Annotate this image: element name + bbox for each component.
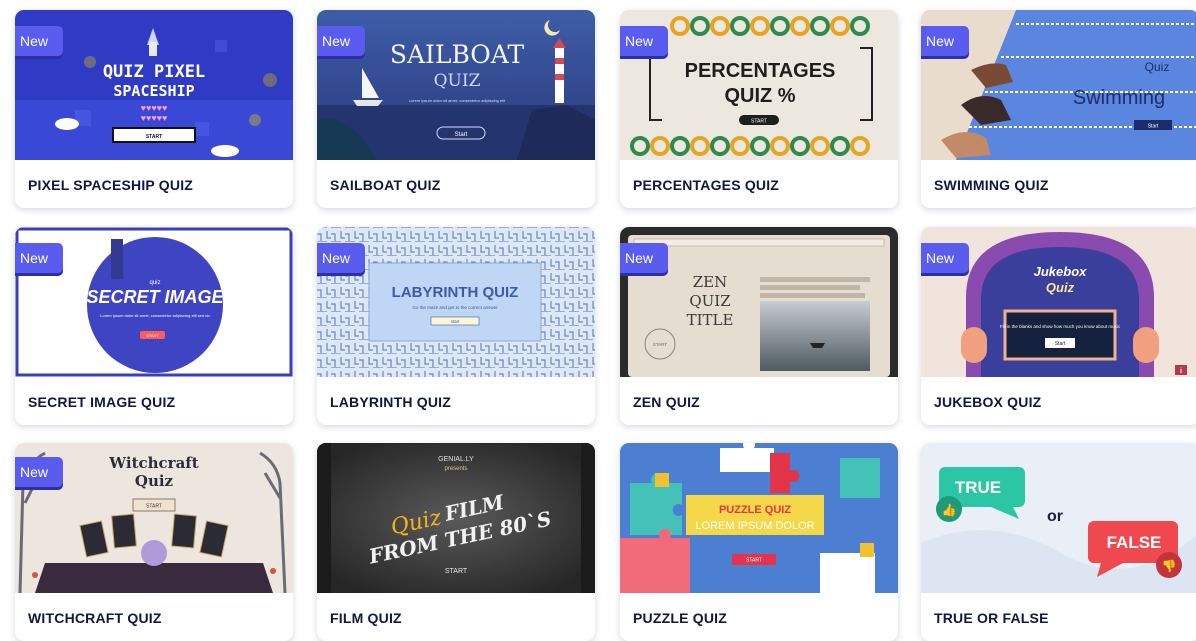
template-card[interactable]: TRUE 👍 or FALSE 👎 TRUE OR FALSE	[921, 443, 1196, 641]
thumb-button: Start	[1148, 124, 1159, 130]
template-card[interactable]: PUZZLE QUIZ LOREM IPSUM DOLOR START PUZZ…	[620, 443, 898, 641]
card-title: SECRET IMAGE QUIZ	[28, 394, 176, 410]
thumb-line1: Quiz	[1145, 60, 1170, 74]
new-badge: New	[317, 26, 365, 56]
new-badge: New	[15, 243, 63, 273]
thumb-button: START	[746, 558, 762, 564]
thumb-true: TRUE	[955, 478, 1001, 497]
card-title: PIXEL SPACESHIP QUIZ	[28, 177, 194, 193]
new-badge: New	[921, 26, 969, 56]
new-badge: New	[921, 243, 969, 273]
card-title: SAILBOAT QUIZ	[330, 177, 441, 193]
new-badge: New	[15, 457, 63, 487]
thumb-line2: Quiz	[1046, 280, 1075, 295]
thumb-button: START	[751, 119, 767, 125]
card-title: FILM QUIZ	[330, 610, 402, 626]
thumbs-up-icon: 👍	[942, 503, 957, 517]
thumb-top1: GENIAL.LY	[438, 456, 474, 463]
thumb-line3: TITLE	[687, 311, 734, 329]
thumb-line1: PUZZLE QUIZ	[719, 504, 791, 516]
thumb-button: START	[146, 504, 162, 510]
thumb-line1: PERCENTAGES	[685, 60, 836, 82]
svg-text:♥♥♥♥♥: ♥♥♥♥♥	[141, 113, 168, 123]
svg-text:♥♥♥♥♥: ♥♥♥♥♥	[141, 103, 168, 113]
card-thumbnail: PUZZLE QUIZ LOREM IPSUM DOLOR START	[620, 443, 898, 593]
thumb-sub: Lorem ipsum dolor sit amet, consectetur …	[409, 98, 506, 103]
thumb-line1: QUIZ PIXEL	[103, 62, 205, 82]
thumb-false: FALSE	[1107, 533, 1162, 552]
new-badge: New	[620, 26, 668, 56]
thumb-line2: QUIZ %	[724, 85, 795, 107]
thumb-button: START	[445, 568, 468, 575]
thumbs-down-icon: 👎	[1162, 559, 1177, 573]
template-card[interactable]: New Witchcraft Quiz START WITCHCRAFT QUI…	[15, 443, 293, 641]
thumb-button: START	[653, 342, 668, 347]
template-card[interactable]: New Quiz Swimming Start SWIMMING QUIZ	[921, 10, 1196, 208]
thumb-button: START	[146, 333, 159, 338]
card-title: SWIMMING QUIZ	[934, 177, 1049, 193]
template-card[interactable]: New ZEN QUIZ TITLE START ZEN QUIZ	[620, 227, 898, 425]
new-badge: New	[15, 26, 63, 56]
template-card[interactable]: New SAILBOAT QUIZ Lorem ipsum dolor sit …	[317, 10, 595, 208]
thumb-sub: Go the maze and get to the correct answe…	[412, 305, 498, 310]
template-card[interactable]: New Jukebox Quiz Fill in the blanks and …	[921, 227, 1196, 425]
thumb-button: start	[451, 319, 461, 324]
thumb-top2: presents	[444, 466, 467, 472]
new-badge: New	[317, 243, 365, 273]
thumb-sub: Fill in the blanks and show how much you…	[1000, 324, 1121, 329]
thumb-sub: Lorem ipsum dolor sit amet, consectetur …	[100, 313, 210, 318]
thumb-line1: SAILBOAT	[390, 40, 525, 69]
thumb-line1: LABYRINTH QUIZ	[392, 284, 519, 301]
template-card[interactable]: New QUIZ PIXEL SPACESHIP ♥♥♥♥♥ ♥♥♥♥♥ STA…	[15, 10, 293, 208]
new-badge: New	[620, 243, 668, 273]
thumb-line2: SPACESHIP	[113, 82, 194, 100]
template-card[interactable]: New quiz SECRET IMAGE Lorem ipsum dolor …	[15, 227, 293, 425]
thumb-button: START	[146, 134, 162, 140]
template-card[interactable]: GENIAL.LY presents Quiz FILM FROM THE 80…	[317, 443, 595, 641]
thumb-or: or	[1047, 508, 1063, 525]
thumb-line2: QUIZ	[434, 71, 481, 91]
thumb-line2: Swimming	[1073, 87, 1165, 109]
card-title: ZEN QUIZ	[633, 394, 700, 410]
template-grid: New QUIZ PIXEL SPACESHIP ♥♥♥♥♥ ♥♥♥♥♥ STA…	[0, 0, 1196, 641]
template-card[interactable]: New LABYRINTH QUIZ Go the maze and get t…	[317, 227, 595, 425]
card-title: TRUE OR FALSE	[934, 610, 1049, 626]
thumb-line2: LOREM IPSUM DOLOR	[695, 520, 814, 532]
thumb-line2: Quiz	[135, 472, 174, 490]
card-thumbnail: TRUE 👍 or FALSE 👎	[921, 443, 1196, 593]
thumb-line2: QUIZ	[689, 292, 730, 310]
thumb-line0: quiz	[149, 280, 160, 286]
thumb-line1: Jukebox	[1034, 264, 1088, 279]
thumb-line1: Witchcraft	[108, 454, 198, 472]
thumb-button: Start	[1055, 341, 1066, 347]
thumb-line1: ZEN	[693, 273, 728, 291]
card-thumbnail: GENIAL.LY presents Quiz FILM FROM THE 80…	[317, 443, 595, 593]
thumb-button: Start	[455, 132, 468, 138]
thumb-line1: SECRET IMAGE	[86, 287, 224, 307]
card-title: LABYRINTH QUIZ	[330, 394, 452, 410]
template-card[interactable]: New PERCENTAGES QUIZ % START PERCENTAGES…	[620, 10, 898, 208]
card-title: PUZZLE QUIZ	[633, 610, 727, 626]
card-title: WITCHCRAFT QUIZ	[28, 610, 162, 626]
card-title: PERCENTAGES QUIZ	[633, 177, 780, 193]
thumb-info: i	[1180, 368, 1182, 375]
card-title: JUKEBOX QUIZ	[934, 394, 1042, 410]
